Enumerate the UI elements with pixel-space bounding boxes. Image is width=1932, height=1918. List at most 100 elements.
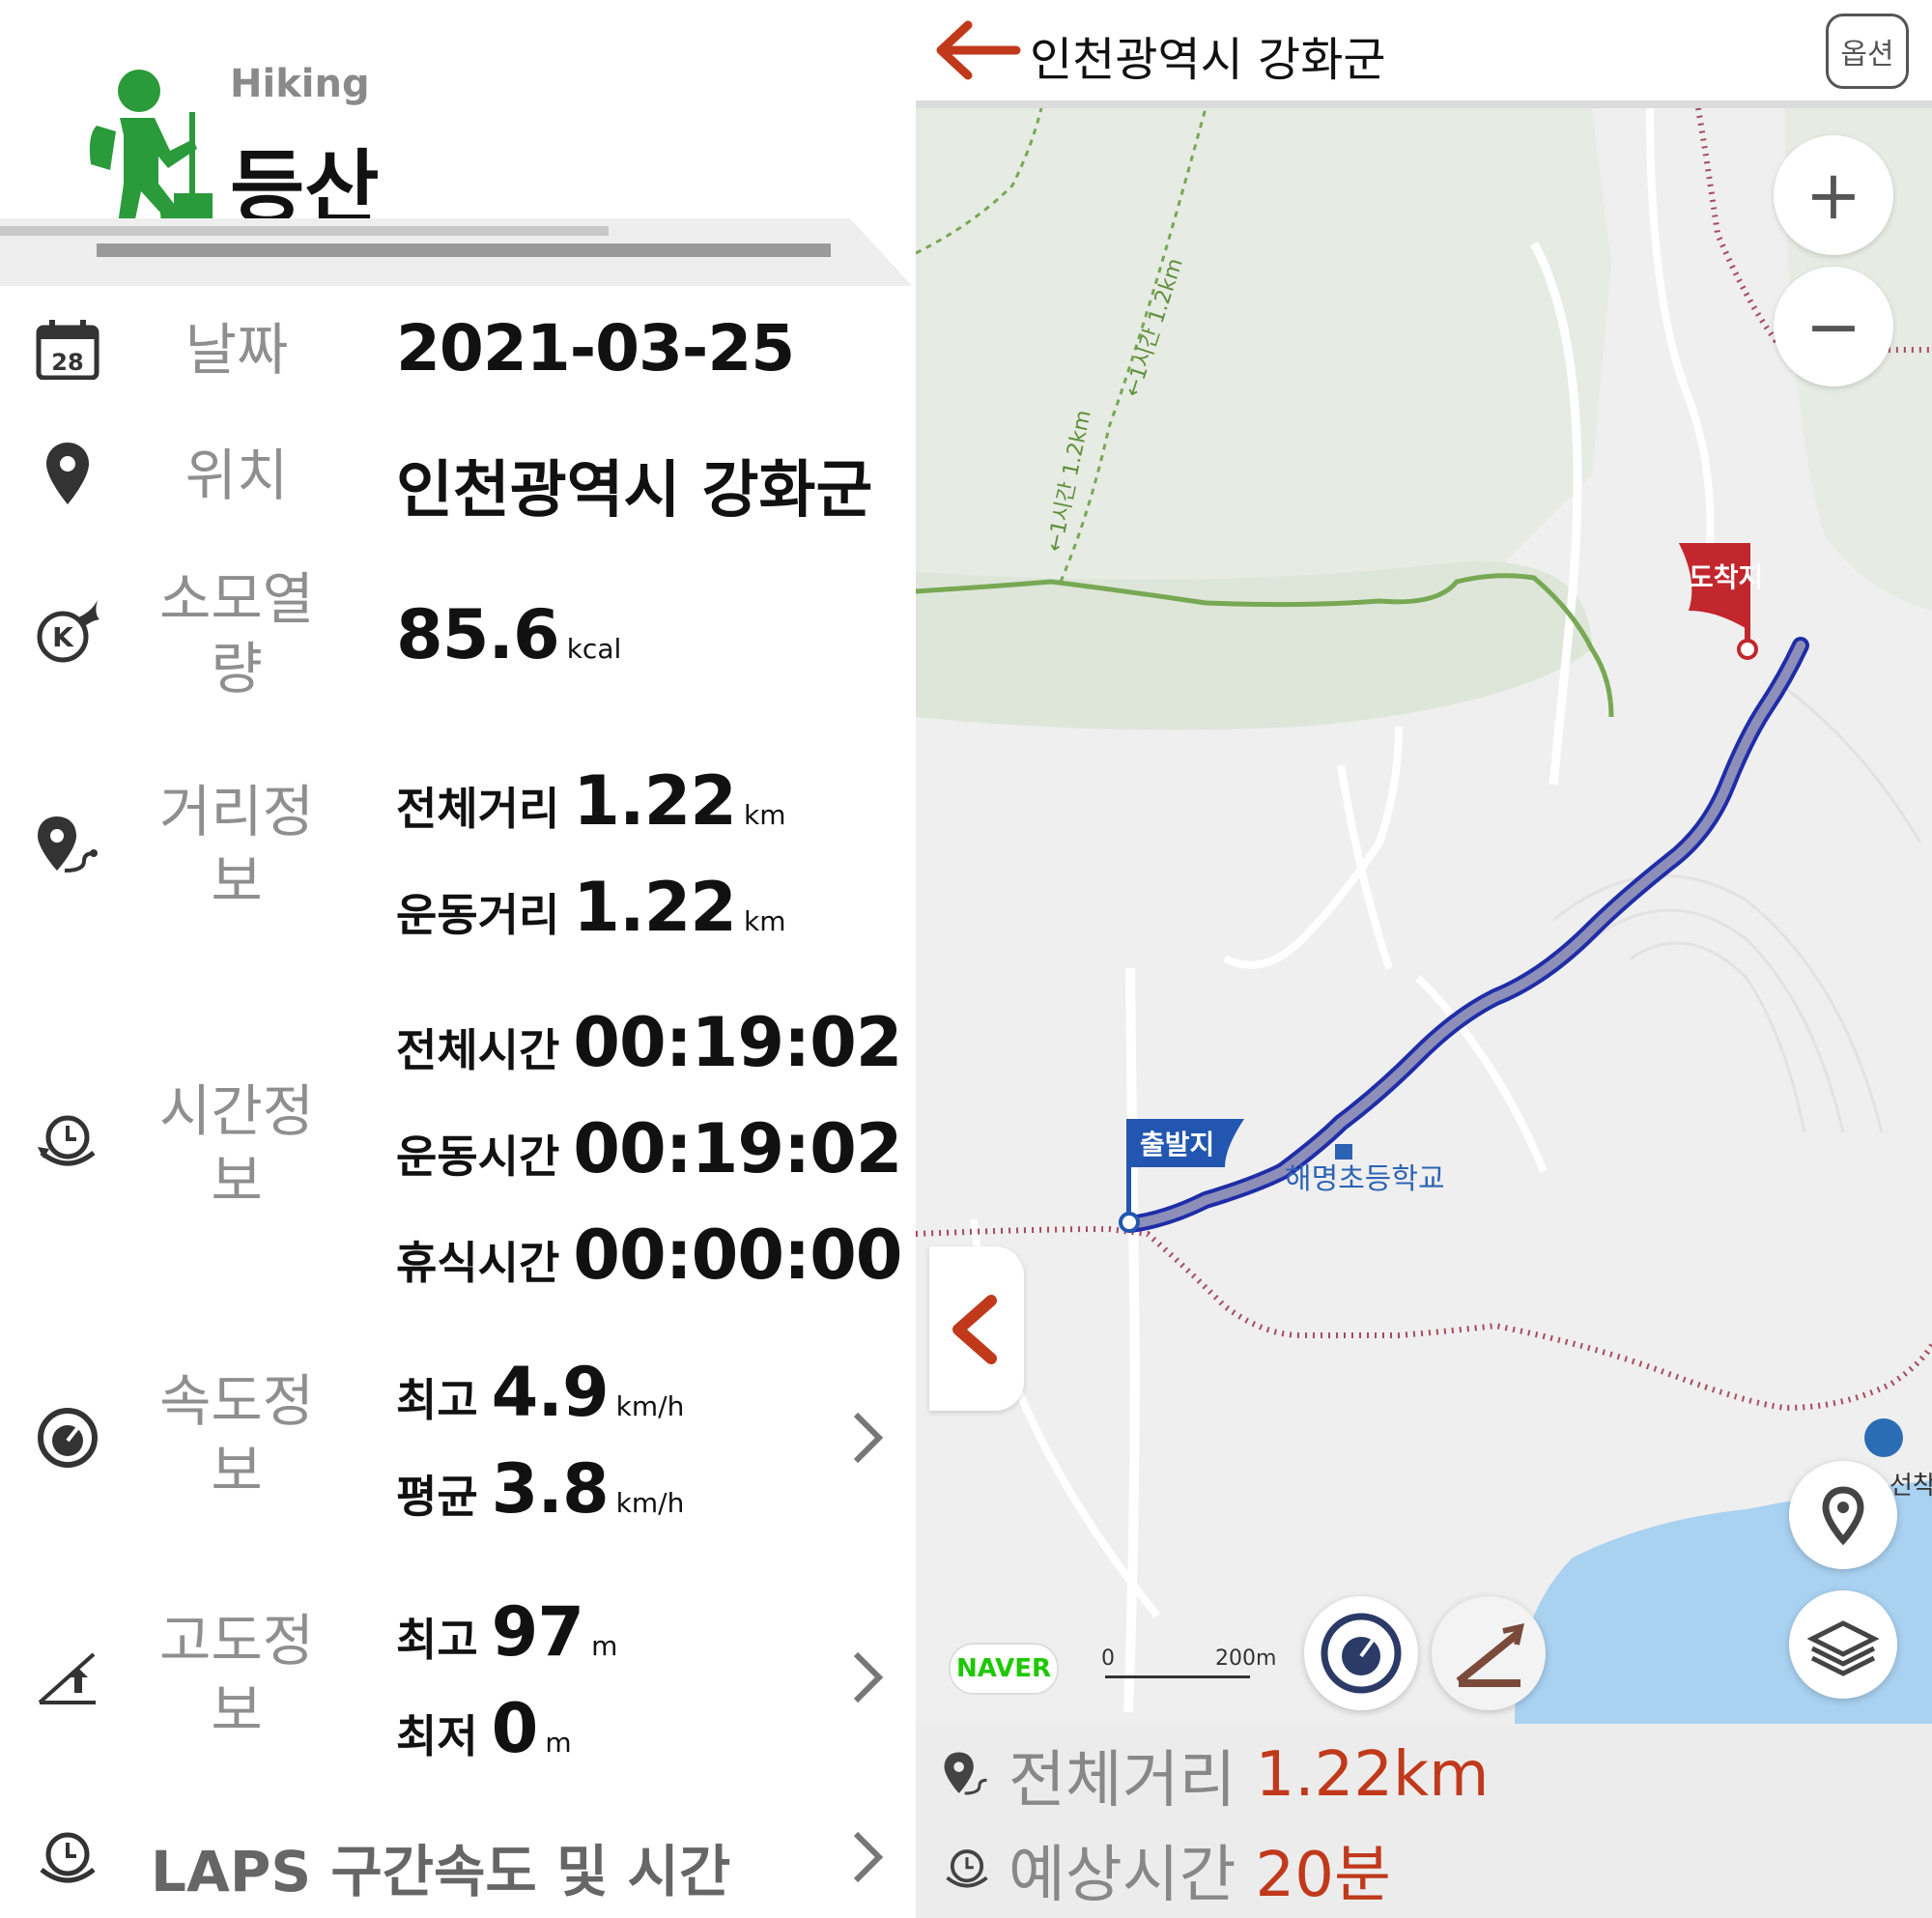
calorie-fire-icon: K: [29, 593, 106, 671]
speed-label-line2: 보: [211, 1438, 263, 1503]
min-altitude: 최저 0 m: [396, 1689, 572, 1768]
map-scale: 0 200m: [1101, 1646, 1294, 1685]
summary-distance-value: 1.22km: [1255, 1739, 1490, 1811]
map-layers-button[interactable]: [1789, 1590, 1897, 1699]
location-icon: [1822, 1486, 1864, 1546]
speed-mode-button[interactable]: [1304, 1596, 1418, 1710]
altitude-icon: [29, 1639, 106, 1716]
pin-icon: [29, 435, 106, 512]
min-altitude-value: 0: [491, 1689, 539, 1768]
map-place-title: 인천광역시 강화군: [1030, 33, 1386, 87]
naver-logo: NAVER: [949, 1643, 1059, 1695]
summary-distance: 전체거리 1.22km: [943, 1732, 1489, 1818]
max-altitude-unit: m: [591, 1630, 618, 1662]
distance-label: 거리정 보: [135, 777, 338, 916]
end-flag-label: 도착지: [1689, 561, 1763, 593]
speed-gauge-icon: [29, 1399, 106, 1476]
zoom-out-button[interactable]: −: [1774, 267, 1893, 386]
header-shelf-decoration: [0, 218, 916, 290]
map-panel: 인천광역시 강화군 옵션 ←1시간 1.2km ←1시간 1.2km 해명초등학…: [916, 0, 1932, 1918]
exercise-time-label: 운동시간: [396, 1131, 560, 1183]
speed-label-line1: 속도정: [158, 1368, 315, 1434]
date-label: 날짜: [185, 317, 289, 383]
school-label: 해명초등학교: [1285, 1162, 1445, 1196]
location-row: 위치 인천광역시 강화군: [0, 412, 916, 539]
exercise-distance-label: 운동거리: [396, 889, 560, 941]
collapse-panel-button[interactable]: [929, 1246, 1024, 1411]
ferry-icon: [1864, 1418, 1903, 1457]
max-speed-value: 4.9: [491, 1353, 610, 1432]
time-label: 시간정 보: [135, 1076, 338, 1216]
distance-row: 거리정 보 전체거리 1.22 km 운동거리 1.22 km: [0, 727, 916, 970]
calorie-icon-letter: K: [52, 621, 74, 653]
calories-row: K 소모열 량 85.6 kcal: [0, 537, 916, 729]
min-altitude-label: 최저: [396, 1710, 478, 1762]
total-distance: 전체거리 1.22 km: [396, 761, 786, 841]
total-time-value: 00:19:02: [573, 1003, 902, 1082]
max-altitude-label: 최고: [396, 1614, 478, 1666]
avg-speed-unit: km/h: [615, 1487, 685, 1519]
scale-max: 200m: [1215, 1646, 1277, 1671]
back-arrow-icon[interactable]: [935, 19, 1022, 81]
total-distance-unit: km: [744, 799, 786, 831]
total-distance-label: 전체거리: [396, 783, 560, 835]
altitude-label-line1: 고도정: [158, 1608, 315, 1674]
exercise-distance: 운동거리 1.22 km: [396, 868, 786, 947]
chevron-right-icon[interactable]: [848, 1828, 887, 1886]
distance-icon: [944, 1752, 987, 1795]
date-row: 28 날짜 2021-03-25: [0, 286, 916, 414]
location-value: 인천광역시 강화군: [396, 455, 873, 527]
clock-icon: [946, 1849, 988, 1888]
calories-label-line1: 소모열: [158, 566, 315, 632]
summary-time-label: 예상시간: [1009, 1840, 1236, 1911]
altitude-label: 고도정 보: [135, 1606, 338, 1745]
options-button[interactable]: 옵션: [1826, 14, 1909, 89]
exercise-time-value: 00:19:02: [573, 1109, 902, 1188]
rest-time: 휴식시간 00:00:00: [396, 1216, 903, 1295]
avg-speed-value: 3.8: [491, 1449, 610, 1529]
speed-label: 속도정 보: [135, 1366, 338, 1505]
calories-value: 85.6: [396, 595, 560, 674]
altitude-icon: [1456, 1623, 1524, 1687]
max-speed-label: 최고: [396, 1374, 478, 1426]
max-speed: 최고 4.9 km/h: [396, 1353, 684, 1432]
calendar-day: 28: [51, 349, 83, 376]
route-summary: 전체거리 1.22km 예상시간 20분: [916, 1724, 1932, 1918]
zoom-in-button[interactable]: +: [1774, 135, 1893, 255]
my-location-button[interactable]: [1789, 1461, 1897, 1569]
total-time-label: 전체시간: [396, 1024, 560, 1076]
layers-icon: [1806, 1620, 1880, 1676]
calendar-icon: 28: [29, 311, 106, 388]
summary-time: 예상시간 20분: [943, 1826, 1391, 1913]
exercise-distance-value: 1.22: [573, 868, 737, 947]
max-altitude-value: 97: [491, 1592, 584, 1672]
exercise-time: 운동시간 00:19:02: [396, 1109, 903, 1188]
time-row: 시간정 보 전체시간 00:19:02 운동시간 00:19:02 휴식시간 00:0…: [0, 968, 916, 1320]
exercise-distance-unit: km: [744, 905, 786, 937]
altitude-mode-button[interactable]: [1432, 1596, 1546, 1710]
location-label: 위치: [185, 443, 289, 508]
laps-clock-icon: [29, 1820, 106, 1898]
school-icon: [1335, 1144, 1352, 1159]
summary-time-value: 20분: [1255, 1840, 1391, 1911]
altitude-row[interactable]: 고도정 보 최고 97 m 최저 0 m: [0, 1558, 916, 1799]
date-value: 2021-03-25: [396, 311, 795, 386]
map-top-bar: 인천광역시 강화군 옵션: [916, 0, 1932, 108]
speed-row[interactable]: 속도정 보 최고 4.9 km/h 평균 3.8 km/h: [0, 1318, 916, 1560]
chevron-right-icon[interactable]: [848, 1648, 887, 1706]
laps-row[interactable]: LAPS 구간속도 및 시간: [0, 1797, 916, 1918]
calories-label-line2: 량: [211, 636, 263, 701]
distance-label-line2: 보: [211, 848, 263, 914]
calories-label: 소모열 량: [135, 564, 338, 703]
total-time: 전체시간 00:19:02: [396, 1003, 903, 1082]
speed-gauge-icon: [1321, 1613, 1402, 1694]
max-altitude: 최고 97 m: [396, 1592, 617, 1672]
summary-distance-label: 전체거리: [1009, 1745, 1236, 1817]
chevron-right-icon[interactable]: [848, 1409, 887, 1467]
avg-speed: 평균 3.8 km/h: [396, 1449, 684, 1529]
rest-time-label: 휴식시간: [396, 1237, 560, 1289]
activity-header: Hiking 등산: [0, 0, 916, 290]
max-speed-unit: km/h: [615, 1390, 685, 1422]
start-flag-label: 출발지: [1140, 1129, 1214, 1160]
time-label-line2: 보: [211, 1148, 263, 1214]
